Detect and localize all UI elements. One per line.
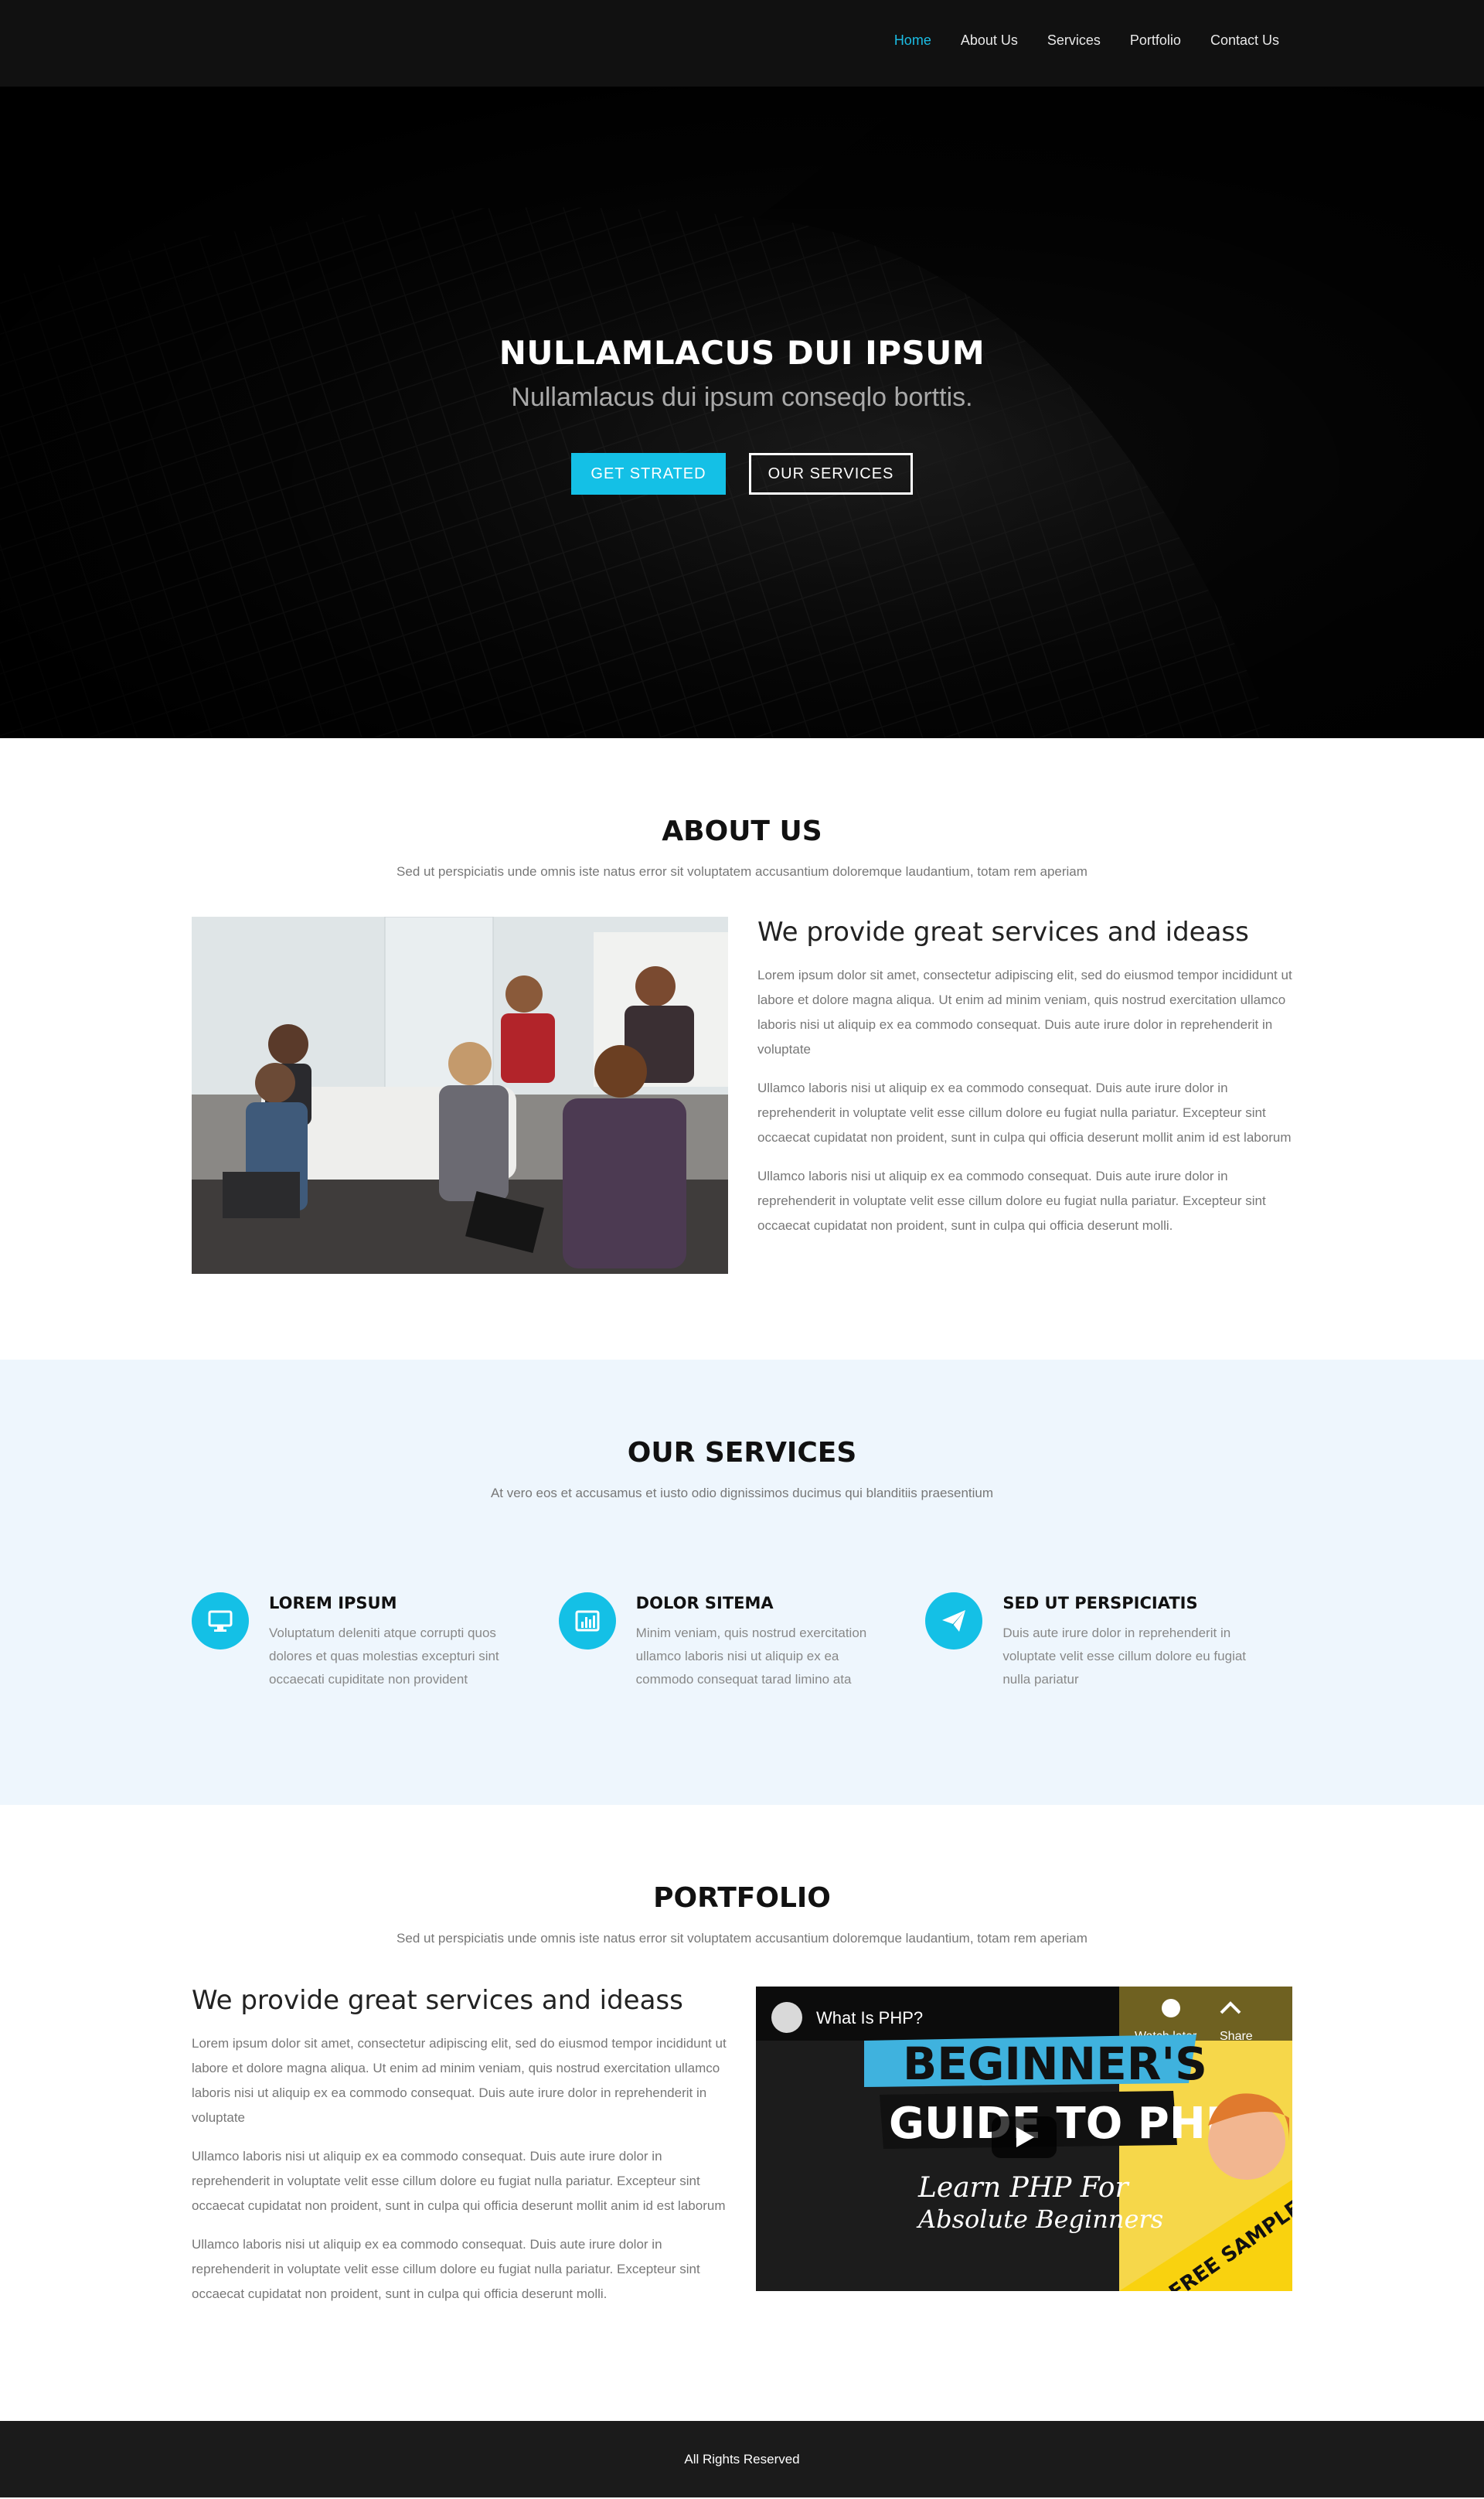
copyright-text: All Rights Reserved <box>684 2452 800 2467</box>
clock-icon <box>1162 1999 1180 2017</box>
nav-item-portfolio[interactable]: Portfolio <box>1130 32 1181 49</box>
get-started-button[interactable]: GET STRATED <box>571 453 726 495</box>
nav-item-about-us[interactable]: About Us <box>961 32 1018 49</box>
service-description: Duis aute irure dolor in reprehenderit i… <box>1002 1626 1247 1687</box>
hero-subtitle: Nullamlacus dui ipsum conseqlo borttis. <box>511 383 973 412</box>
about-section: ABOUT US Sed ut perspiciatis unde omnis … <box>0 738 1484 1360</box>
nav-item-home[interactable]: Home <box>894 32 931 49</box>
service-title: LOREM IPSUM <box>269 1594 397 1612</box>
paper-plane-icon <box>925 1592 983 1650</box>
nav-menu: Home About Us Services Portfolio Contact… <box>894 32 1279 49</box>
bar-chart-icon <box>558 1592 616 1650</box>
service-title: SED UT PERSPICIATIS <box>1002 1594 1198 1612</box>
about-title: ABOUT US <box>662 815 822 847</box>
channel-avatar <box>771 2002 802 2033</box>
page-footer: All Rights Reserved <box>0 2421 1484 2497</box>
thumbnail-tagline-1: Learn PHP For <box>917 2172 1129 2204</box>
portfolio-paragraph: Ullamco laboris nisi ut aliquip ex ea co… <box>192 2149 726 2213</box>
portfolio-subtitle: Sed ut perspiciatis unde omnis iste natu… <box>397 1931 1087 1946</box>
video-title: What Is PHP? <box>816 2008 923 2027</box>
portfolio-paragraph: Ullamco laboris nisi ut aliquip ex ea co… <box>192 2237 700 2301</box>
service-title: DOLOR SITEMA <box>635 1594 774 1612</box>
service-item: LOREM IPSUM Voluptatum deleniti atque co… <box>192 1592 559 1691</box>
service-description: Voluptatum deleniti atque corrupti quos … <box>269 1626 499 1687</box>
portfolio-heading: We provide great services and ideass <box>192 1985 683 2016</box>
hero-buttons: GET STRATED OUR SERVICES <box>0 453 1484 495</box>
nav-item-contact-us[interactable]: Contact Us <box>1210 32 1279 49</box>
video-player[interactable]: What Is PHP? Watch later Share BEGINNER'… <box>756 1987 1292 2291</box>
our-services-button[interactable]: OUR SERVICES <box>749 453 913 495</box>
about-row: We provide great services and ideass Lor… <box>192 917 1292 1274</box>
portfolio-paragraph: Lorem ipsum dolor sit amet, consectetur … <box>192 2036 727 2125</box>
thumbnail-tagline-2: Absolute Beginners <box>916 2204 1163 2234</box>
services-subtitle: At vero eos et accusamus et iusto odio d… <box>490 1486 994 1500</box>
services-title: OUR SERVICES <box>627 1437 857 1469</box>
about-paragraph: Ullamco laboris nisi ut aliquip ex ea co… <box>757 1081 1292 1145</box>
desktop-icon <box>192 1592 249 1650</box>
portfolio-section: PORTFOLIO Sed ut perspiciatis unde omnis… <box>0 1805 1484 2421</box>
team-meeting-illustration <box>192 917 728 1274</box>
about-paragraph: Ullamco laboris nisi ut aliquip ex ea co… <box>757 1169 1266 1233</box>
top-navbar: Home About Us Services Portfolio Contact… <box>0 0 1484 87</box>
service-item: SED UT PERSPICIATIS Duis aute irure dolo… <box>925 1592 1292 1691</box>
thumbnail-banner-line-2: GUIDE TO PHP <box>889 2099 1237 2149</box>
about-heading: We provide great services and ideass <box>757 917 1249 948</box>
service-description: Minim veniam, quis nostrud exercitation … <box>635 1626 867 1687</box>
portfolio-text: We provide great services and ideass Lor… <box>192 1985 727 2307</box>
about-text: We provide great services and ideass Lor… <box>757 917 1292 1274</box>
nav-item-services[interactable]: Services <box>1047 32 1101 49</box>
hero-content: NULLAMLACUS DUI IPSUM Nullamlacus dui ip… <box>0 334 1484 495</box>
thumbnail-banner-line-1: BEGINNER'S <box>903 2038 1207 2090</box>
video-thumbnail: What Is PHP? Watch later Share BEGINNER'… <box>756 1987 1292 2291</box>
portfolio-row: We provide great services and ideass Lor… <box>192 1985 1292 2307</box>
team-meeting-photo <box>192 917 728 1274</box>
services-section: OUR SERVICES At vero eos et accusamus et… <box>0 1360 1484 1805</box>
services-list: LOREM IPSUM Voluptatum deleniti atque co… <box>192 1592 1292 1691</box>
about-paragraph: Lorem ipsum dolor sit amet, consectetur … <box>757 968 1292 1057</box>
about-subtitle: Sed ut perspiciatis unde omnis iste natu… <box>397 864 1087 879</box>
hero-section: NULLAMLACUS DUI IPSUM Nullamlacus dui ip… <box>0 87 1484 738</box>
share-label: Share <box>1220 2030 1253 2043</box>
portfolio-title: PORTFOLIO <box>653 1882 831 1914</box>
hero-title: NULLAMLACUS DUI IPSUM <box>499 334 985 372</box>
service-item: DOLOR SITEMA Minim veniam, quis nostrud … <box>558 1592 926 1691</box>
